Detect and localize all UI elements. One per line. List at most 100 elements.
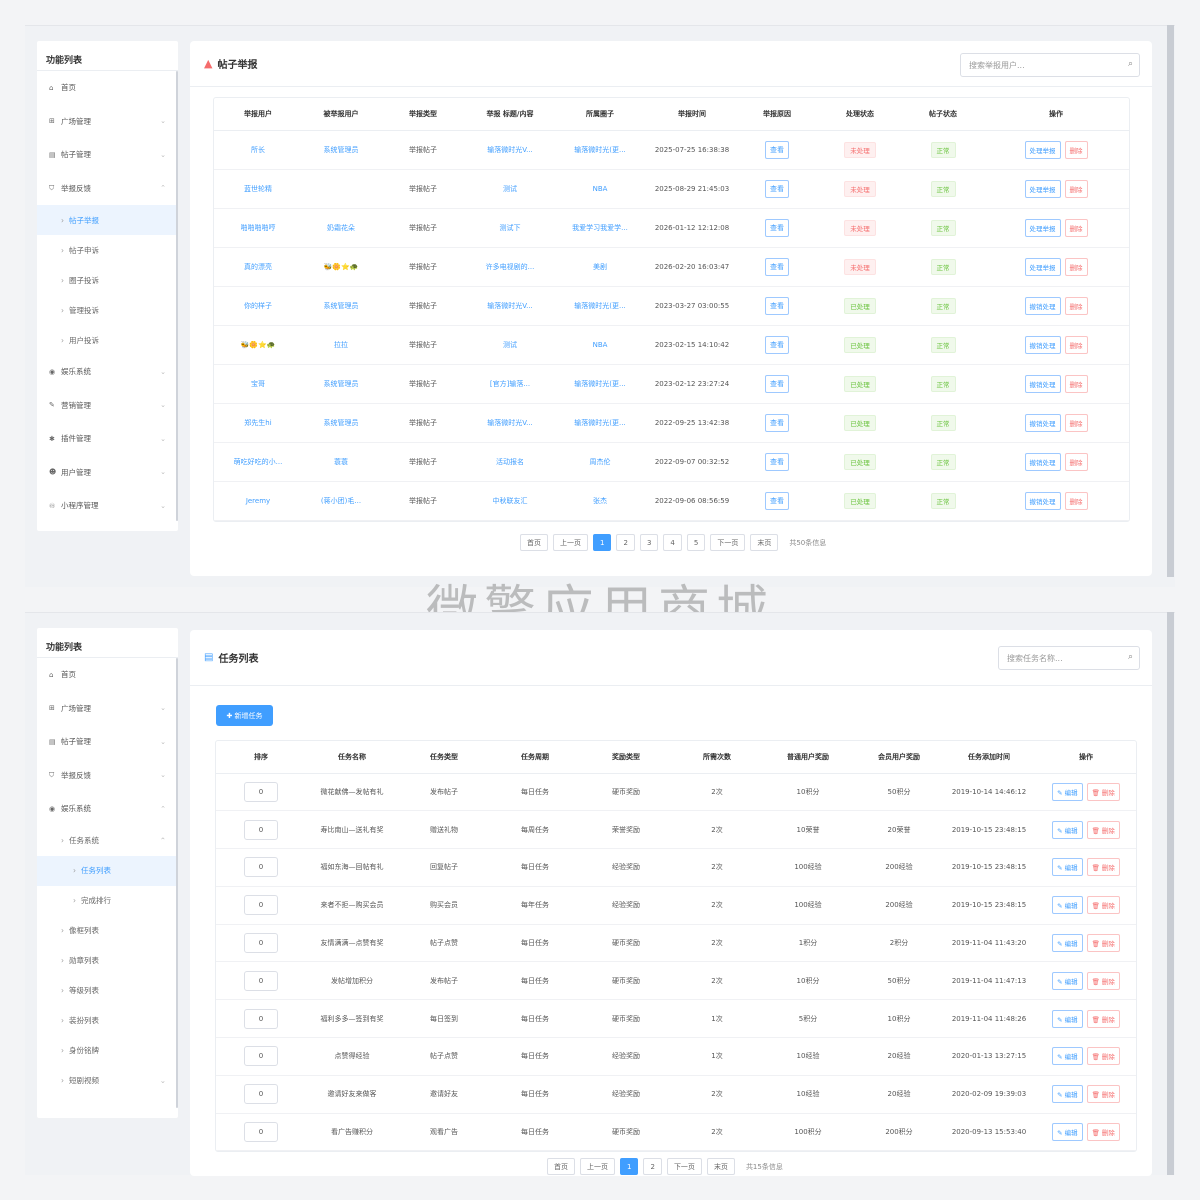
report-title[interactable]: 活动报名	[496, 458, 524, 466]
process-report-button[interactable]: 撤销处理	[1024, 296, 1061, 315]
sort-input[interactable]: 0	[244, 781, 278, 802]
sidebar-item[interactable]: ⊞ 广场管理 ⌄	[37, 692, 178, 726]
reported-user[interactable]: 系统管理员	[324, 302, 359, 310]
search-input[interactable]: 搜索举报用户... ⌕	[960, 53, 1140, 77]
delete-button[interactable]: 🗑 删除	[1086, 934, 1120, 953]
delete-button[interactable]: 🗑 删除	[1086, 1123, 1120, 1142]
circle-name[interactable]: 我爱学习我爱学...	[572, 224, 628, 232]
process-report-button[interactable]: 撤销处理	[1024, 452, 1061, 471]
page-2-button[interactable]: 2	[643, 1158, 662, 1175]
delete-button[interactable]: 🗑 删除	[1086, 820, 1120, 839]
circle-name[interactable]: 美剧	[593, 263, 607, 271]
reported-user[interactable]: 蓑蓑	[334, 458, 348, 466]
edit-button[interactable]: ✎ 编辑	[1052, 896, 1083, 915]
search-input[interactable]: 搜索任务名称... ⌕	[998, 646, 1140, 670]
process-report-button[interactable]: 撤销处理	[1024, 374, 1061, 393]
sort-input[interactable]: 0	[244, 1046, 278, 1067]
sidebar-scrollbar[interactable]	[176, 71, 178, 521]
sort-input[interactable]: 0	[244, 1122, 278, 1143]
first-page-button[interactable]: 首页	[520, 534, 548, 551]
circle-name[interactable]: 周杰伦	[590, 458, 611, 466]
process-report-button[interactable]: 处理举报	[1024, 218, 1061, 237]
view-button[interactable]: 查看	[765, 413, 789, 432]
sidebar-subitem[interactable]: › 圈子投诉	[37, 265, 178, 295]
search-icon[interactable]: ⌕	[1128, 652, 1133, 662]
view-button[interactable]: 查看	[765, 257, 789, 276]
sidebar-subitem[interactable]: › 帖子举报	[37, 205, 178, 235]
page-1-button[interactable]: 1	[620, 1158, 639, 1175]
delete-button[interactable]: 删除	[1064, 335, 1088, 354]
next-page-button[interactable]: 下一页	[666, 1158, 702, 1175]
page-3-button[interactable]: 3	[639, 534, 659, 551]
sidebar-subitem[interactable]: › 完成排行	[37, 886, 178, 916]
sidebar-subitem[interactable]: › 勋章列表	[37, 946, 178, 976]
sidebar-subitem[interactable]: › 任务列表	[37, 855, 178, 886]
reporter-user[interactable]: 所长	[251, 146, 265, 154]
reported-user[interactable]: 拉拉	[334, 341, 348, 349]
page-5-button[interactable]: 5	[686, 534, 706, 551]
sidebar-subitem[interactable]: › 任务系统 ⌃	[37, 826, 178, 856]
edit-button[interactable]: ✎ 编辑	[1052, 782, 1083, 801]
circle-name[interactable]: 输落微时光(更...	[574, 419, 625, 427]
sidebar-item[interactable]: ◉ 娱乐系统 ⌄	[37, 355, 178, 389]
next-page-button[interactable]: 下一页	[710, 534, 746, 551]
add-task-button[interactable]: ✚ 新增任务	[216, 705, 273, 726]
sidebar-item[interactable]: ✱ 插件管理 ⌄	[37, 422, 178, 456]
circle-name[interactable]: 张杰	[593, 497, 607, 505]
reported-user[interactable]: 奶霜花朵	[327, 224, 355, 232]
edit-button[interactable]: ✎ 编辑	[1052, 1009, 1083, 1028]
sidebar-subitem[interactable]: › 短剧视频 ⌄	[37, 1066, 178, 1096]
edit-button[interactable]: ✎ 编辑	[1052, 1123, 1083, 1142]
delete-button[interactable]: 🗑 删除	[1086, 782, 1120, 801]
sidebar-item[interactable]: ⛉ 举报反馈 ⌃	[37, 172, 178, 206]
report-title[interactable]: 输落微时光V...	[487, 302, 533, 310]
edit-button[interactable]: ✎ 编辑	[1052, 1047, 1083, 1066]
reported-user[interactable]: 🐝🌼⭐🐢	[324, 263, 359, 271]
sidebar-subitem[interactable]: › 装扮列表	[37, 1006, 178, 1036]
circle-name[interactable]: 输落微时光(更...	[574, 146, 625, 154]
reporter-user[interactable]: 郑先生hi	[244, 419, 271, 427]
sidebar-item[interactable]: ✎ 营销管理 ⌄	[37, 389, 178, 423]
sidebar-item[interactable]: ▤ 帖子管理 ⌄	[37, 138, 178, 172]
sidebar-item[interactable]: ▤ 帖子管理 ⌄	[37, 725, 178, 759]
sort-input[interactable]: 0	[244, 819, 278, 840]
process-report-button[interactable]: 处理举报	[1024, 179, 1061, 198]
report-title[interactable]: [官方]输落...	[490, 380, 530, 388]
sidebar-item[interactable]: ⊞ 广场管理 ⌄	[37, 105, 178, 139]
view-button[interactable]: 查看	[765, 374, 789, 393]
edit-button[interactable]: ✎ 编辑	[1052, 858, 1083, 877]
reporter-user[interactable]: 萌吃好吃的小...	[234, 458, 283, 466]
delete-button[interactable]: 🗑 删除	[1086, 1047, 1120, 1066]
delete-button[interactable]: 删除	[1064, 296, 1088, 315]
reported-user[interactable]: (蒋小团)毛...	[321, 497, 361, 505]
delete-button[interactable]: 🗑 删除	[1086, 858, 1120, 877]
reported-user[interactable]: 系统管理员	[324, 146, 359, 154]
reporter-user[interactable]: 啪啪啪啪哼	[241, 224, 276, 232]
sidebar-item[interactable]: ⌂ 首页	[37, 71, 178, 105]
edit-button[interactable]: ✎ 编辑	[1052, 934, 1083, 953]
page-1-button[interactable]: 1	[593, 534, 612, 551]
sidebar-item[interactable]: ⌂ 首页	[37, 658, 178, 692]
sidebar-subitem[interactable]: › 用户投诉	[37, 325, 178, 355]
reporter-user[interactable]: 蓝世轮精	[244, 185, 272, 193]
view-button[interactable]: 查看	[765, 491, 789, 510]
page-2-button[interactable]: 2	[616, 534, 635, 551]
process-report-button[interactable]: 处理举报	[1024, 140, 1061, 159]
delete-button[interactable]: 删除	[1064, 413, 1088, 432]
sidebar-item[interactable]: ♾ 小程序管理 ⌄	[37, 489, 178, 523]
view-button[interactable]: 查看	[765, 218, 789, 237]
sidebar-subitem[interactable]: › 等级列表	[37, 976, 178, 1006]
delete-button[interactable]: 删除	[1064, 179, 1088, 198]
search-icon[interactable]: ⌕	[1128, 59, 1133, 69]
page-4-button[interactable]: 4	[663, 534, 682, 551]
sort-input[interactable]: 0	[244, 1084, 278, 1105]
report-title[interactable]: 测试	[503, 185, 517, 193]
delete-button[interactable]: 🗑 删除	[1086, 971, 1120, 990]
sidebar-subitem[interactable]: › 管理投诉	[37, 295, 178, 325]
last-page-button[interactable]: 末页	[706, 1158, 735, 1175]
edit-button[interactable]: ✎ 编辑	[1052, 971, 1083, 990]
delete-button[interactable]: 删除	[1064, 452, 1088, 471]
sidebar-scrollbar[interactable]	[176, 658, 178, 1108]
delete-button[interactable]: 删除	[1064, 491, 1088, 510]
view-button[interactable]: 查看	[765, 452, 789, 471]
